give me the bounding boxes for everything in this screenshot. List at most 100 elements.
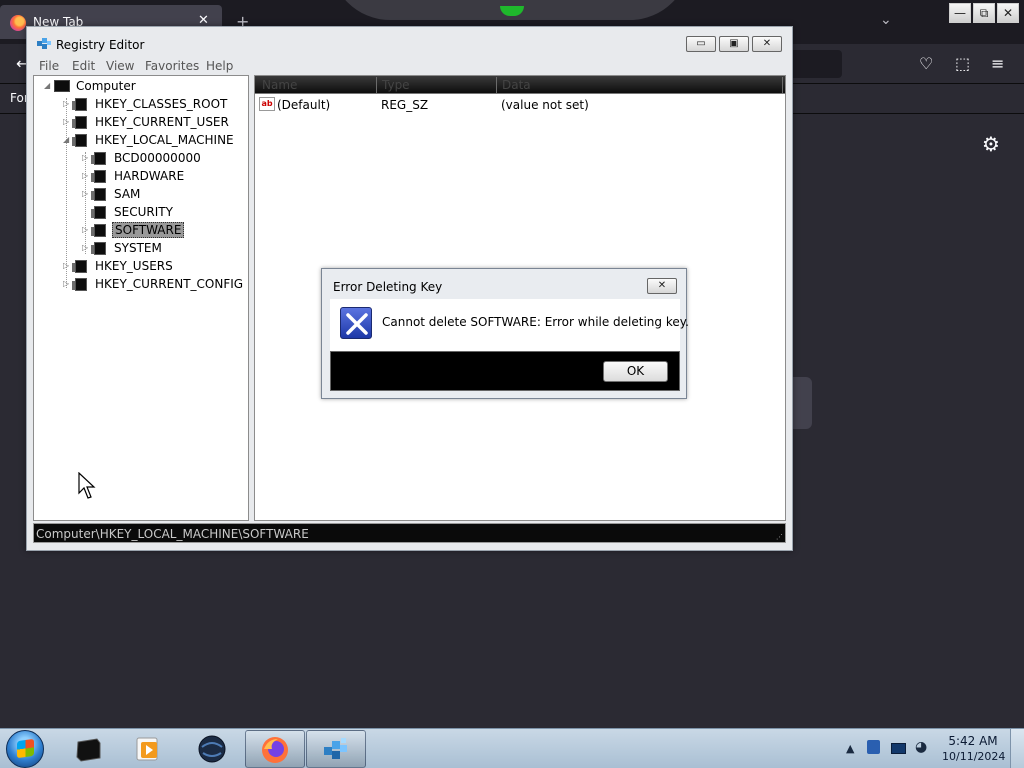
folder-icon	[72, 260, 87, 273]
tree-item-label: HKEY_USERS	[95, 259, 173, 273]
column-data[interactable]: Data	[497, 77, 783, 93]
collapse-icon[interactable]: ◢	[63, 135, 69, 144]
network-icon[interactable]	[891, 743, 906, 754]
collapse-icon[interactable]: ◢	[44, 81, 50, 90]
value-type: REG_SZ	[381, 98, 429, 112]
tree-item-label: HKEY_LOCAL_MACHINE	[95, 133, 234, 147]
gear-icon[interactable]: ⚙	[982, 132, 1000, 156]
start-orb-icon[interactable]	[6, 730, 44, 768]
dialog-footer: OK	[330, 351, 680, 391]
pocket-icon[interactable]: ♡	[919, 54, 933, 73]
computer-icon	[54, 80, 70, 92]
expand-icon[interactable]: ▷	[82, 171, 88, 180]
restore-button[interactable]: ⧉	[973, 3, 995, 23]
folder-icon	[72, 134, 87, 147]
tree-item-label: BCD00000000	[114, 151, 201, 165]
terminal-icon	[76, 738, 101, 762]
folder-icon	[91, 242, 106, 255]
menu-help[interactable]: Help	[206, 59, 233, 73]
maximize-button[interactable]: ▣	[719, 36, 749, 52]
column-name[interactable]: Name	[257, 77, 377, 93]
status-bar: Computer\HKEY_LOCAL_MACHINE\SOFTWARE ⋰	[33, 523, 786, 543]
close-button[interactable]: ✕	[752, 36, 782, 52]
tray-overflow-icon[interactable]: ▲	[846, 742, 854, 755]
menu-favorites[interactable]: Favorites	[145, 59, 199, 73]
tree-item-label: Computer	[76, 79, 136, 93]
error-dialog: Error Deleting Key ✕ Cannot delete SOFTW…	[321, 268, 689, 399]
chevron-down-icon[interactable]: ⌄	[880, 12, 892, 28]
key-tree[interactable]: ◢ Computer ▷ HKEY_CLASSES_ROOT ▷ HKEY_CU…	[33, 75, 249, 521]
dialog-message: Cannot delete SOFTWARE: Error while dele…	[382, 315, 689, 329]
taskbar-media-player[interactable]	[119, 730, 179, 768]
status-path: Computer\HKEY_LOCAL_MACHINE\SOFTWARE	[36, 527, 309, 541]
expand-icon[interactable]: ▷	[63, 279, 69, 288]
extensions-icon[interactable]: ⬚	[955, 54, 970, 73]
system-clock[interactable]: 5:42 AM 10/11/2024	[942, 733, 1006, 765]
taskbar-terminal[interactable]	[59, 730, 119, 768]
folder-icon	[72, 98, 87, 111]
mouse-cursor-icon	[78, 472, 96, 499]
regedit-icon	[324, 738, 347, 759]
expand-icon[interactable]: ▷	[82, 153, 88, 162]
firefox-icon	[10, 15, 26, 31]
minimize-button[interactable]: —	[949, 3, 971, 23]
tree-item-label: HKEY_CURRENT_CONFIG	[95, 277, 244, 291]
list-header: Name Type Data	[255, 76, 785, 94]
folder-icon	[72, 116, 87, 129]
resize-grip-icon[interactable]: ⋰	[776, 533, 784, 541]
list-item[interactable]: ab (Default) REG_SZ (value not set)	[255, 96, 785, 114]
dialog-body: Cannot delete SOFTWARE: Error while dele…	[330, 299, 689, 351]
expand-icon[interactable]: ▷	[82, 243, 88, 252]
folder-icon	[72, 278, 87, 291]
window-titlebar[interactable]: Registry Editor ▭ ▣ ✕	[27, 27, 792, 57]
volume-icon[interactable]: ◕	[915, 739, 927, 755]
dialog-close-button[interactable]: ✕	[647, 278, 677, 294]
taskbar-firefox[interactable]	[245, 730, 305, 768]
value-data: (value not set)	[501, 98, 589, 112]
minimize-button[interactable]: ▭	[686, 36, 716, 52]
tree-guide	[66, 98, 67, 288]
expand-icon[interactable]: ▷	[82, 189, 88, 198]
tree-item-label: SYSTEM	[114, 241, 162, 255]
folder-icon	[91, 224, 106, 237]
tree-item-label: SAM	[114, 187, 141, 201]
expand-icon[interactable]: ▷	[63, 99, 69, 108]
value-name: (Default)	[277, 98, 331, 112]
column-type[interactable]: Type	[377, 77, 497, 93]
expand-icon[interactable]: ▷	[63, 261, 69, 270]
expand-icon[interactable]: ▷	[82, 225, 88, 234]
menu-file[interactable]: File	[39, 59, 59, 73]
window-title: Registry Editor	[56, 38, 145, 52]
close-button[interactable]: ✕	[997, 3, 1019, 23]
expand-icon[interactable]: ▷	[63, 117, 69, 126]
string-value-icon: ab	[259, 97, 275, 111]
media-player-icon	[136, 737, 158, 761]
tree-item-label: HARDWARE	[114, 169, 185, 183]
tray-app-icon[interactable]	[867, 740, 880, 754]
clock-time: 5:42 AM	[948, 734, 998, 748]
tree-item-label: HKEY_CLASSES_ROOT	[95, 97, 228, 111]
taskbar-globe[interactable]	[183, 730, 243, 768]
menu-edit[interactable]: Edit	[72, 59, 95, 73]
ok-button[interactable]: OK	[603, 361, 668, 382]
show-desktop-button[interactable]	[1010, 729, 1024, 768]
firefox-icon	[262, 737, 288, 763]
tree-item-label: SECURITY	[114, 205, 173, 219]
regedit-icon	[37, 38, 51, 49]
clock-date: 10/11/2024	[942, 750, 1006, 763]
tree-item-label: HKEY_CURRENT_USER	[95, 115, 229, 129]
taskbar-regedit[interactable]	[306, 730, 366, 768]
folder-icon	[91, 188, 106, 201]
menu-view[interactable]: View	[106, 59, 134, 73]
error-x-icon	[340, 307, 372, 339]
folder-icon	[91, 152, 106, 165]
newtab-card	[792, 377, 812, 429]
tree-guide	[85, 152, 86, 254]
tree-item-label-selected: SOFTWARE	[112, 222, 185, 238]
folder-icon	[91, 206, 106, 219]
menu-icon[interactable]: ≡	[991, 54, 1004, 73]
folder-icon	[91, 170, 106, 183]
taskbar: ▲ ◕ 5:42 AM 10/11/2024	[0, 728, 1024, 768]
dialog-title: Error Deleting Key	[333, 280, 443, 294]
url-bar[interactable]	[790, 50, 842, 78]
